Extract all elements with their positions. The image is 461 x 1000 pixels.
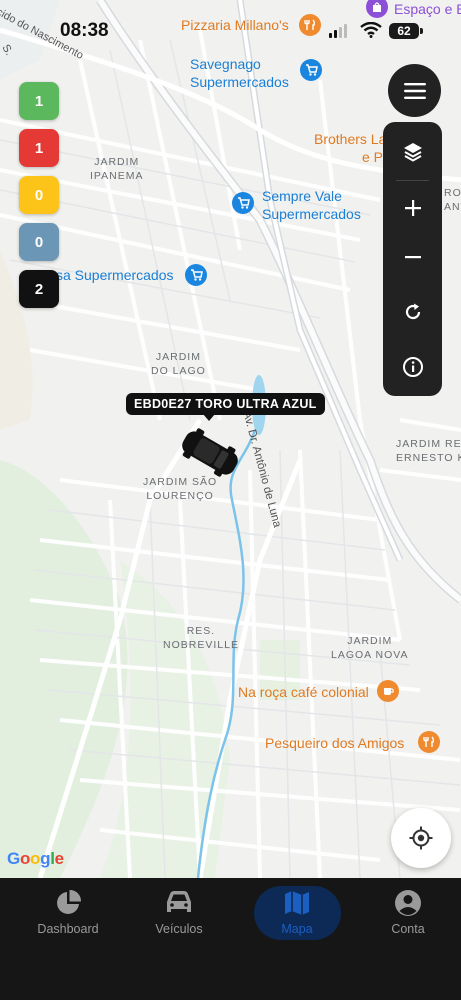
map-view[interactable]: 08:38 62 cido do Nascimento S. Av. Dr. A… xyxy=(0,0,461,878)
counter-green[interactable]: 1 xyxy=(19,82,59,120)
refresh-icon xyxy=(405,303,420,320)
poi-label-sempre-vale-line2: Supermercados xyxy=(262,206,361,222)
shopping-cart-pin-icon[interactable] xyxy=(232,192,254,214)
tab-dashboard[interactable]: Dashboard xyxy=(18,886,118,936)
hamburger-icon xyxy=(403,82,426,99)
layers-button[interactable] xyxy=(383,127,442,177)
shopping-cart-pin-icon[interactable] xyxy=(300,59,322,81)
poi-label-roca[interactable]: Na roça café colonial xyxy=(238,684,369,700)
poi-label-brothers-line2: e P xyxy=(362,149,384,165)
crosshair-icon xyxy=(409,826,433,850)
poi-label-isa-supermercados[interactable]: sa Supermercados xyxy=(56,267,174,283)
cellular-signal-icon xyxy=(329,24,347,38)
poi-label-espaco[interactable]: Espaço e B xyxy=(394,1,461,17)
district-label-nobreville: RES. NOBREVILLE xyxy=(163,624,239,652)
map-controls xyxy=(383,122,442,396)
poi-label-pizzaria[interactable]: Pizzaria Millano's xyxy=(181,17,289,33)
info-button[interactable] xyxy=(383,342,442,392)
pie-chart-icon xyxy=(57,889,82,914)
info-icon xyxy=(402,357,423,377)
google-attribution: Google xyxy=(7,849,64,868)
counter-yellow[interactable]: 0 xyxy=(19,176,59,214)
tab-veiculos[interactable]: Veículos xyxy=(129,886,229,936)
minus-icon xyxy=(404,256,421,259)
wifi-icon xyxy=(360,22,382,38)
district-lago-line1: JARDIM xyxy=(155,351,201,363)
plus-icon xyxy=(404,200,421,216)
zoom-out-button[interactable] xyxy=(383,232,442,282)
district-ipanema-line2: IPANEMA xyxy=(90,170,144,182)
tab-conta-label: Conta xyxy=(391,922,425,936)
refresh-button[interactable] xyxy=(383,287,442,337)
district-lagoa-nova-line2: LAGOA NOVA xyxy=(331,649,409,661)
tab-veiculos-label: Veículos xyxy=(155,922,203,936)
vehicle-label-pointer xyxy=(203,414,215,421)
district-label-edge-2: ANTA xyxy=(444,201,461,213)
poi-label-savegnago-line1: Savegnago xyxy=(190,56,261,72)
vehicle-label[interactable]: EBD0E27 TORO ULTRA AZUL xyxy=(126,393,325,415)
poi-label-brothers-line1: Brothers La xyxy=(314,131,387,147)
shopping-cart-pin-icon[interactable] xyxy=(185,264,207,286)
status-time: 08:38 xyxy=(60,20,109,41)
poi-label-sempre-vale-line1: Sempre Vale xyxy=(262,188,342,204)
car-marker-icon[interactable] xyxy=(175,428,245,478)
poi-label-savegnago-line2: Supermercados xyxy=(190,74,289,90)
menu-button[interactable] xyxy=(388,64,441,117)
zoom-in-button[interactable] xyxy=(383,183,442,233)
district-sao-lourenco-line2: LOURENÇO xyxy=(146,490,214,502)
district-lago-line2: DO LAGO xyxy=(151,365,206,377)
district-label-edge-1: ROQU xyxy=(444,187,461,199)
counter-red[interactable]: 1 xyxy=(19,129,59,167)
tab-mapa-label: Mapa xyxy=(281,922,313,936)
district-label-lagoa-nova: JARDIM LAGOA NOVA xyxy=(331,634,409,662)
account-icon xyxy=(395,890,421,916)
car-icon xyxy=(167,891,191,912)
poi-label-brothers[interactable]: Brothers La e P xyxy=(314,130,386,166)
district-lagoa-nova-line1: JARDIM xyxy=(347,635,393,647)
restaurant-pin-icon[interactable] xyxy=(299,14,321,36)
poi-label-savegnago[interactable]: Savegnago Supermercados xyxy=(190,55,289,91)
cafe-pin-icon[interactable] xyxy=(377,680,399,702)
district-label-lago: JARDIM DO LAGO xyxy=(151,350,206,378)
district-label-sao-lourenco: JARDIM SÃO LOURENÇO xyxy=(143,475,217,503)
battery-tip xyxy=(420,28,423,34)
counter-blue[interactable]: 0 xyxy=(19,223,59,261)
district-jardim-re-line2: ERNESTO KU xyxy=(396,452,461,464)
district-ipanema-line1: JARDIM xyxy=(94,156,140,168)
vehicle-status-counters: 1 1 0 0 2 xyxy=(19,82,59,317)
tab-dashboard-label: Dashboard xyxy=(37,922,99,936)
poi-label-sempre-vale[interactable]: Sempre Vale Supermercados xyxy=(262,187,361,223)
district-nobreville-line1: RES. xyxy=(186,625,216,637)
district-label-ipanema: JARDIM IPANEMA xyxy=(90,155,143,183)
counter-black[interactable]: 2 xyxy=(19,270,59,308)
district-label-jardim-re: JARDIM RE ERNESTO KU xyxy=(396,437,461,465)
controls-divider xyxy=(396,180,429,181)
tab-conta[interactable]: Conta xyxy=(358,886,458,936)
restaurant-pin-icon[interactable] xyxy=(418,731,440,753)
tab-mapa[interactable]: Mapa xyxy=(247,886,347,936)
district-nobreville-line2: NOBREVILLE xyxy=(163,639,239,651)
battery-indicator: 62 xyxy=(389,23,419,39)
poi-label-pesqueiro[interactable]: Pesqueiro dos Amigos xyxy=(265,735,404,751)
district-jardim-re-line1: JARDIM RE xyxy=(396,438,461,450)
my-location-button[interactable] xyxy=(391,808,451,868)
map-icon xyxy=(285,891,309,915)
layers-icon xyxy=(403,143,422,162)
